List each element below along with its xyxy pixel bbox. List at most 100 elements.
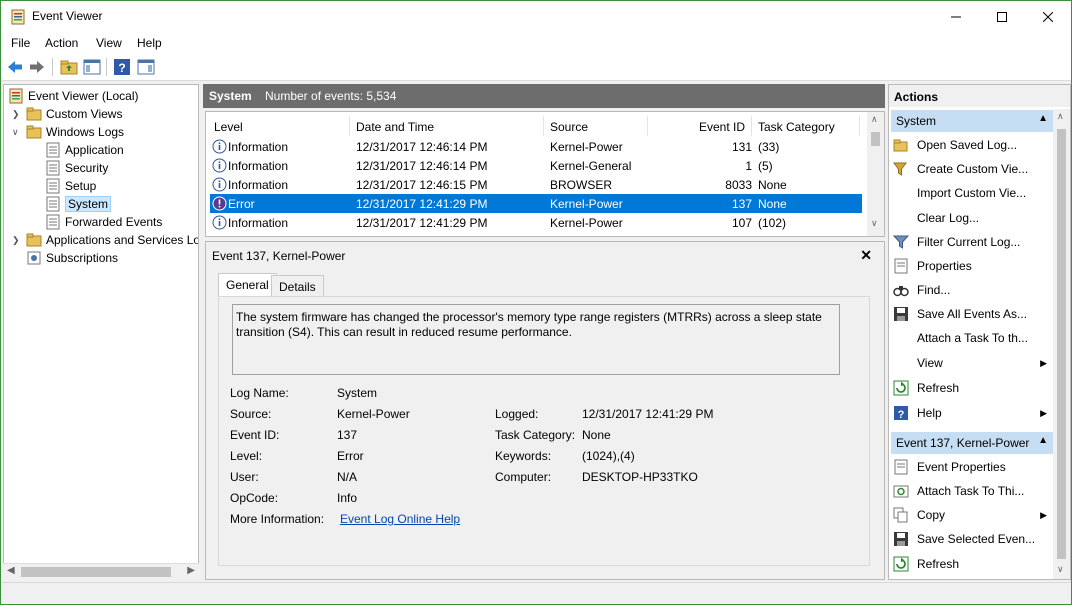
actions-vertical-scrollbar[interactable]: ∧ ∨ <box>1053 109 1070 579</box>
menu-view[interactable]: View <box>96 36 122 50</box>
action-refresh[interactable]: Refresh <box>891 377 1053 399</box>
menu-help[interactable]: Help <box>137 36 162 50</box>
column-header-date[interactable]: Date and Time <box>350 116 544 136</box>
tree-item-custom-views[interactable]: ❯ Custom Views <box>12 105 122 123</box>
action-create-custom-view[interactable]: Create Custom Vie... <box>891 158 1053 180</box>
folder-icon <box>26 233 42 247</box>
action-properties[interactable]: Properties <box>891 255 1053 277</box>
table-row-selected[interactable]: Error 12/31/2017 12:41:29 PM Kernel-Powe… <box>210 194 862 213</box>
action-copy[interactable]: Copy ▶ <box>891 504 1053 526</box>
event-viewer-window: Event Viewer File Action View Help ? Eve… <box>0 0 1072 605</box>
tree-horizontal-scrollbar[interactable]: ◀ ▶ <box>3 563 199 580</box>
tree-item-setup[interactable]: Setup <box>45 177 96 195</box>
action-clear-log[interactable]: Clear Log... <box>891 207 1053 229</box>
column-header-source[interactable]: Source <box>544 116 648 136</box>
maximize-button[interactable] <box>979 1 1025 32</box>
close-icon <box>1043 11 1053 22</box>
scroll-left-icon[interactable]: ◀ <box>7 565 15 576</box>
tree-item-windows-logs[interactable]: ∨ Windows Logs <box>12 123 125 141</box>
collapse-up-icon[interactable]: ▲ <box>1038 435 1048 446</box>
back-arrow-icon[interactable] <box>6 58 24 76</box>
tree-label: Security <box>65 161 109 175</box>
help-icon[interactable]: ? <box>113 58 131 76</box>
submenu-arrow-icon: ▶ <box>1040 357 1047 368</box>
tree-item-application[interactable]: Application <box>45 141 124 159</box>
information-icon <box>212 215 227 230</box>
chevron-right-icon[interactable]: ❯ <box>12 235 20 246</box>
scroll-thumb[interactable] <box>1057 129 1066 559</box>
show-hide-tree-icon[interactable] <box>83 58 101 76</box>
action-group-event[interactable]: Event 137, Kernel-Power ▲ <box>891 432 1053 454</box>
action-group-system[interactable]: System ▲ <box>891 110 1053 132</box>
scroll-thumb[interactable] <box>871 132 880 146</box>
action-save-all-events[interactable]: Save All Events As... <box>891 303 1053 325</box>
event-log-online-help-link[interactable]: Event Log Online Help <box>340 512 460 526</box>
value-computer: DESKTOP-HP33TKO <box>582 470 698 484</box>
scroll-up-icon[interactable]: ∧ <box>871 114 878 125</box>
action-event-properties[interactable]: Event Properties <box>891 456 1053 478</box>
value-log-name: System <box>337 386 378 400</box>
action-group-label: System <box>896 114 937 128</box>
action-find[interactable]: Find... <box>891 279 1053 301</box>
folder-icon <box>26 107 42 121</box>
chevron-down-icon[interactable]: ∨ <box>12 127 19 138</box>
action-attach-task-to-log[interactable]: Attach a Task To th... <box>891 327 1053 349</box>
copy-icon <box>893 507 908 523</box>
column-header-task-category[interactable]: Task Category <box>752 116 860 136</box>
label-task-category: Task Category: <box>495 428 576 442</box>
tree-item-event-viewer-local[interactable]: Event Viewer (Local) <box>8 87 139 105</box>
error-icon <box>212 196 227 211</box>
forward-arrow-icon[interactable] <box>28 58 46 76</box>
action-filter-current-log[interactable]: Filter Current Log... <box>891 231 1053 253</box>
action-attach-task-to-event[interactable]: Attach Task To Thi... <box>891 480 1053 502</box>
column-header-level[interactable]: Level <box>208 116 350 136</box>
close-window-button[interactable] <box>1025 1 1071 32</box>
action-help[interactable]: ? Help ▶ <box>891 402 1053 424</box>
chevron-right-icon[interactable]: ❯ <box>12 109 20 120</box>
tree-item-system[interactable]: System <box>45 195 112 213</box>
scroll-up-icon[interactable]: ∧ <box>1057 111 1064 122</box>
value-source: Kernel-Power <box>337 407 410 421</box>
action-view[interactable]: View ▶ <box>891 352 1053 374</box>
tree-label: System <box>65 196 112 212</box>
scroll-down-icon[interactable]: ∨ <box>1057 564 1064 575</box>
action-refresh-event[interactable]: Refresh <box>891 553 1053 575</box>
tree-item-security[interactable]: Security <box>45 159 108 177</box>
action-import-custom-view[interactable]: Import Custom Vie... <box>891 182 1053 204</box>
column-header-event-id[interactable]: Event ID <box>648 116 752 136</box>
tree-item-applications-and-services[interactable]: ❯ Applications and Services Lo <box>12 231 198 249</box>
label-log-name: Log Name: <box>230 386 289 400</box>
task-icon <box>893 485 909 498</box>
scroll-right-icon[interactable]: ▶ <box>187 565 195 576</box>
refresh-icon <box>893 556 909 572</box>
menu-file[interactable]: File <box>11 36 30 50</box>
event-message[interactable]: The system firmware has changed the proc… <box>232 304 840 375</box>
tree-item-forwarded-events[interactable]: Forwarded Events <box>45 213 162 231</box>
table-row[interactable]: Information 12/31/2017 12:46:15 PM BROWS… <box>210 175 862 194</box>
table-row[interactable]: Information 12/31/2017 12:41:29 PM Kerne… <box>210 213 862 232</box>
table-row[interactable]: Information 12/31/2017 12:46:14 PM Kerne… <box>210 137 862 156</box>
collapse-up-icon[interactable]: ▲ <box>1038 113 1048 124</box>
show-hide-action-pane-icon[interactable] <box>137 58 155 76</box>
scroll-thumb[interactable] <box>21 567 171 577</box>
events-vertical-scrollbar[interactable]: ∧ ∨ <box>867 112 884 236</box>
table-row[interactable]: Information 12/31/2017 12:46:14 PM Kerne… <box>210 156 862 175</box>
tree-label: Setup <box>65 179 97 193</box>
action-group-label: Event 137, Kernel-Power <box>896 436 1030 450</box>
close-detail-icon[interactable]: ✕ <box>860 247 872 264</box>
tab-general[interactable]: General <box>218 273 277 297</box>
value-logged: 12/31/2017 12:41:29 PM <box>582 407 714 421</box>
label-source: Source: <box>230 407 272 421</box>
minimize-button[interactable] <box>933 1 979 32</box>
tab-details[interactable]: Details <box>271 275 324 297</box>
action-save-selected-events[interactable]: Save Selected Even... <box>891 528 1053 550</box>
action-open-saved-log[interactable]: Open Saved Log... <box>891 134 1053 156</box>
information-icon <box>212 158 227 173</box>
menu-action[interactable]: Action <box>45 36 78 50</box>
tree-item-subscriptions[interactable]: Subscriptions <box>26 249 118 267</box>
events-count: Number of events: 5,534 <box>265 89 397 103</box>
scroll-down-icon[interactable]: ∨ <box>871 218 878 229</box>
submenu-arrow-icon: ▶ <box>1040 509 1047 520</box>
folder-up-icon[interactable] <box>60 58 78 76</box>
tree-label: Windows Logs <box>46 125 125 139</box>
